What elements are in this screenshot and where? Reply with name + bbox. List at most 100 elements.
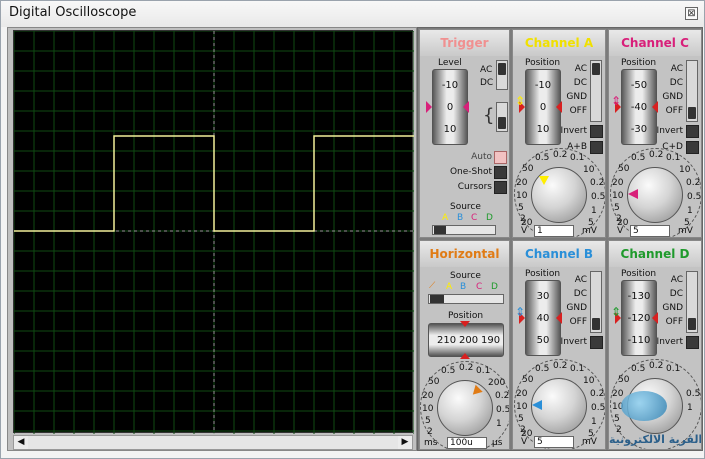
dial-tick: 0.5 (535, 364, 550, 374)
channel-a-invert-label: Invert (560, 126, 587, 136)
channel-a-panel: Channel A Position -10 0 10 ⇕ AC DC GND … (512, 29, 606, 238)
trigger-edge-icon: { (483, 105, 495, 126)
channel-c-panel: Channel C Position -50 -40 -30 ⇕ AC DC G… (608, 29, 702, 238)
trigger-auto-button[interactable] (494, 151, 507, 164)
horizontal-drum-value: 200 (459, 335, 479, 346)
dial-tick: 50 (618, 375, 630, 385)
dial-tick: 1 (496, 419, 502, 429)
channel-b-dc[interactable]: DC (559, 289, 587, 299)
dial-tick: 5 (425, 416, 431, 426)
dial-tick: 0.2 (649, 361, 664, 371)
channel-b-updown-icon[interactable]: ⇕ (515, 305, 525, 319)
channel-c-off[interactable]: OFF (655, 106, 683, 116)
scope-screen (13, 30, 415, 434)
dial-tick: 5 (518, 414, 524, 424)
dial-tick: 50 (618, 164, 630, 174)
channel-d-dc[interactable]: DC (655, 289, 683, 299)
trigger-coupling-dc[interactable]: DC (480, 78, 493, 88)
channel-a-combine-button[interactable] (590, 141, 603, 154)
channel-b-value-field[interactable]: 5 (534, 436, 574, 448)
dial-tick: 0.5 (496, 405, 510, 415)
horizontal-scrollbar[interactable]: ◀ ▶ (13, 435, 413, 450)
horizontal-position-drum[interactable]: 210 200 190 (428, 323, 504, 357)
channel-a-off[interactable]: OFF (559, 106, 587, 116)
horizontal-source-a: A (446, 282, 453, 292)
channel-b-ac[interactable]: AC (559, 275, 587, 285)
trigger-oneshot-button[interactable] (494, 166, 507, 179)
channel-d-off[interactable]: OFF (655, 317, 683, 327)
horizontal-source-b: B (460, 282, 467, 292)
channel-a-unit-mv: mV (582, 226, 597, 236)
dial-tick: 10 (583, 376, 595, 386)
channel-b-gnd[interactable]: GND (559, 303, 587, 313)
channel-c-drum-value: -50 (630, 80, 648, 91)
channel-a-ac[interactable]: AC (559, 64, 587, 74)
channel-b-coupling-switch[interactable] (590, 271, 602, 333)
dial-tick: 10 (516, 402, 528, 412)
scroll-right-button[interactable]: ▶ (398, 436, 412, 449)
channel-c-gnd[interactable]: GND (655, 92, 683, 102)
dial-tick: 200 (488, 378, 506, 388)
dial-tick: 0.2 (495, 391, 510, 401)
dial-tick: 0.5 (631, 153, 646, 163)
channel-d-title: Channel D (609, 241, 701, 267)
channel-c-updown-icon[interactable]: ⇕ (611, 94, 621, 108)
trigger-source-slider[interactable] (432, 225, 496, 235)
trigger-edge-switch[interactable] (496, 102, 508, 132)
channel-a-coupling-switch[interactable] (590, 60, 602, 122)
dial-tick: 0.1 (666, 153, 681, 163)
trigger-level-value: 0 (446, 102, 454, 113)
horizontal-unit-ms: ms (424, 438, 438, 448)
horizontal-panel: Horizontal Source ⟋ A B C D Position 210… (419, 240, 510, 450)
channel-d-gnd[interactable]: GND (655, 303, 683, 313)
horizontal-position-label: Position (448, 311, 484, 321)
channel-b-invert-button[interactable] (590, 336, 603, 349)
scope-grid-and-trace (13, 30, 415, 434)
channel-d-position-label: Position (621, 269, 657, 279)
channel-a-gnd[interactable]: GND (559, 92, 587, 102)
channel-b-unit-v: V (521, 437, 528, 447)
dial-tick: 1 (591, 417, 597, 427)
trigger-coupling-ac[interactable]: AC (480, 65, 492, 75)
horizontal-value-field[interactable]: 100u (447, 437, 487, 449)
dial-tick: 0.5 (631, 364, 646, 374)
trigger-cursors-button[interactable] (494, 181, 507, 194)
channel-c-value-field[interactable]: 5 (630, 225, 670, 237)
trigger-source-a: A (442, 213, 449, 223)
trigger-coupling-switch[interactable] (496, 60, 508, 90)
channel-c-coupling-switch[interactable] (686, 60, 698, 122)
channel-c-ac[interactable]: AC (655, 64, 683, 74)
horizontal-source-slider[interactable] (428, 294, 504, 304)
channel-a-value-field[interactable]: 1 (534, 225, 574, 237)
channel-d-invert-button[interactable] (686, 336, 699, 349)
channel-d-updown-icon[interactable]: ⇕ (611, 305, 621, 319)
channel-d-coupling-switch[interactable] (686, 271, 698, 333)
title-bar[interactable]: Digital Oscilloscope ⊠ (1, 1, 704, 27)
channel-a-updown-icon[interactable]: ⇕ (515, 94, 525, 108)
close-button[interactable]: ⊠ (685, 7, 698, 20)
dial-tick: 10 (516, 191, 528, 201)
horizontal-time-knob[interactable] (437, 380, 493, 436)
trigger-level-marker-icon (463, 101, 469, 113)
dial-tick: 0.2 (553, 361, 568, 371)
channel-c-dc[interactable]: DC (655, 78, 683, 88)
horizontal-drum-value: 190 (481, 335, 501, 346)
channel-a-knob-pointer-icon (539, 176, 549, 185)
channel-b-off[interactable]: OFF (559, 317, 587, 327)
horizontal-title: Horizontal (420, 241, 509, 267)
channel-a-dc[interactable]: DC (559, 78, 587, 88)
dial-tick: 1 (687, 403, 693, 413)
channel-b-invert-label: Invert (560, 337, 587, 347)
channel-c-invert-button[interactable] (686, 125, 699, 138)
channel-a-position-label: Position (525, 58, 561, 68)
channel-b-position-label: Position (525, 269, 561, 279)
channel-c-combine-button[interactable] (686, 141, 699, 154)
channel-d-ac[interactable]: AC (655, 275, 683, 285)
trigger-panel: Trigger Level -10 0 10 AC DC { Auto One-… (419, 29, 510, 238)
channel-a-invert-button[interactable] (590, 125, 603, 138)
channel-d-drum-value: -120 (627, 313, 651, 324)
dial-tick: 0.2 (590, 389, 605, 399)
scroll-left-button[interactable]: ◀ (14, 436, 28, 449)
trigger-level-marker-icon (426, 101, 432, 113)
horizontal-unit-us: μs (492, 438, 503, 448)
